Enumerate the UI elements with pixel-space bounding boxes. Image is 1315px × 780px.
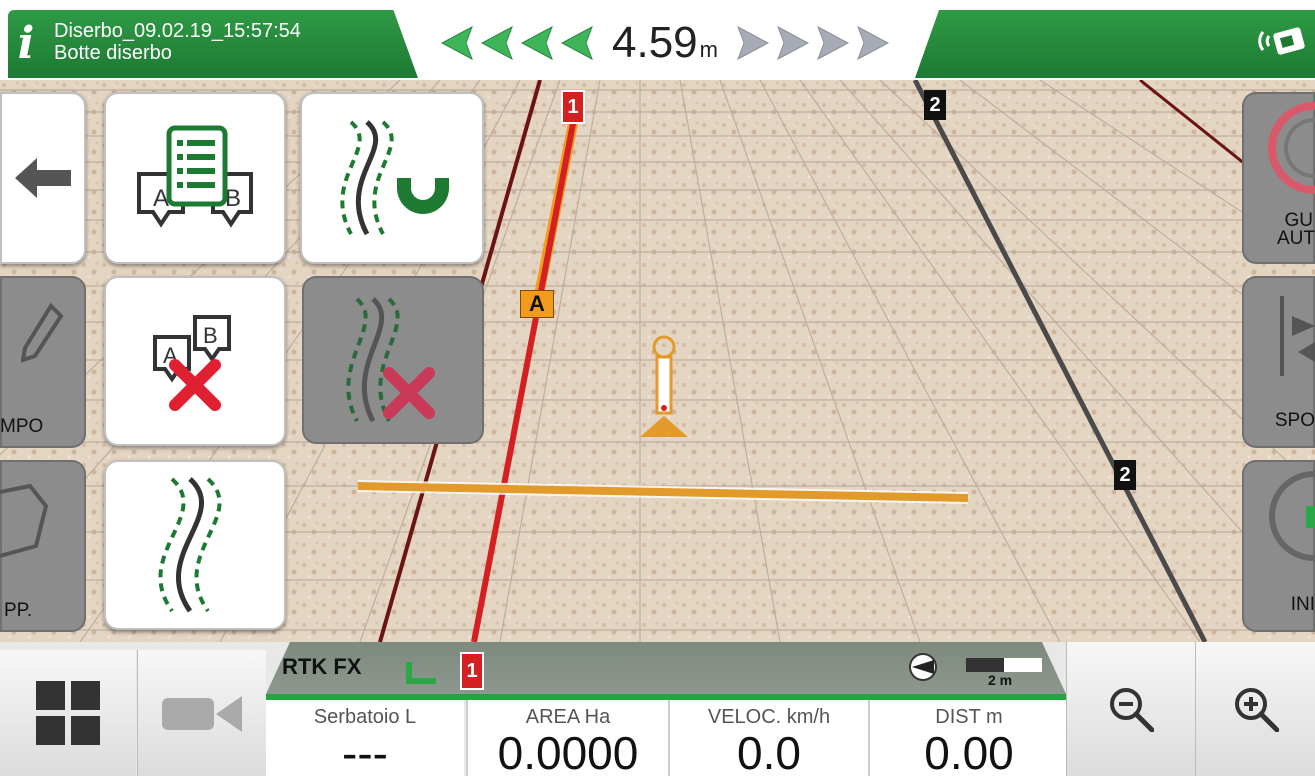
tank-value: --- — [342, 727, 388, 779]
satellite-signal-icon[interactable] — [1255, 18, 1311, 64]
info-icon: i — [17, 18, 35, 69]
back-arrow-icon — [15, 158, 71, 198]
curved-guidance-line-icon — [158, 477, 222, 613]
job-name: Diserbo_09.02.19_15:57:54 — [54, 20, 301, 42]
inizio-button[interactable]: INI — [1242, 460, 1315, 632]
right-arrows — [728, 23, 898, 63]
top-bar: i Diserbo_09.02.19_15:57:54 Botte diserb… — [0, 0, 1315, 80]
line-2-mid-label: 2 — [1114, 460, 1136, 490]
steering-wheel-icon — [1268, 102, 1315, 194]
start-icon — [1269, 471, 1315, 561]
left-arrows — [432, 23, 602, 63]
line-1-bottom-label: 1 — [460, 652, 484, 690]
delete-ab-points-icon: A B — [153, 315, 231, 411]
campo-label: MPO — [0, 416, 44, 437]
right-chevrons-icon — [737, 25, 890, 61]
campo-button[interactable]: MPO — [0, 276, 86, 448]
area-value: 0.0000 — [497, 727, 639, 779]
main-menu-button[interactable] — [0, 650, 136, 776]
camera-icon — [162, 696, 242, 732]
app-button[interactable]: PP. — [0, 460, 86, 632]
shield-icon — [0, 483, 49, 558]
back-button[interactable] — [0, 92, 86, 264]
offset-unit: m — [699, 37, 718, 62]
distance-readout[interactable]: DIST m 0.00 — [868, 700, 1068, 779]
ab-lines-list-icon: A B — [137, 125, 253, 228]
distance-value: 0.00 — [924, 727, 1014, 779]
offset-value: 4.59 — [612, 18, 698, 67]
speed-value: 0.0 — [737, 727, 801, 779]
app-label: PP. — [4, 600, 33, 621]
spostamento-label: SPO — [1274, 410, 1315, 431]
job-info-panel[interactable]: i Diserbo_09.02.19_15:57:54 Botte diserb… — [8, 10, 418, 78]
scale-bar — [966, 658, 1042, 672]
grid-menu-icon — [36, 681, 100, 745]
implement-name: Botte diserbo — [54, 42, 172, 64]
speed-readout[interactable]: VELOC. km/h 0.0 — [668, 700, 868, 779]
shift-line-icon — [1280, 296, 1315, 376]
delete-ab-button[interactable]: A B — [104, 276, 286, 446]
delete-line-button[interactable] — [302, 276, 484, 444]
curved-line-button[interactable] — [104, 460, 286, 630]
zoom-in-icon — [1235, 688, 1279, 732]
snap-line-button[interactable] — [300, 92, 484, 264]
line-2-top-label: 2 — [924, 90, 946, 120]
inizio-label: INI — [1290, 594, 1315, 615]
ab-lines-list-button[interactable]: A B — [104, 92, 286, 264]
guida-auto-label-2: AUT — [1277, 228, 1315, 249]
guida-auto-button[interactable]: GU AUT — [1242, 92, 1315, 264]
compass-icon[interactable] — [906, 652, 940, 682]
camera-button[interactable] — [137, 650, 266, 776]
point-a-label: A — [520, 290, 554, 318]
line-1-label: 1 — [561, 90, 585, 124]
area-readout[interactable]: AREA Ha 0.0000 — [466, 700, 668, 779]
svg-text:B: B — [203, 323, 218, 348]
zoom-out-button[interactable] — [1066, 642, 1195, 776]
rtk-fix-icon — [406, 662, 436, 684]
rtk-status: RTK FX — [282, 654, 362, 679]
spostamento-button[interactable]: SPO — [1242, 276, 1315, 448]
zoom-in-button[interactable] — [1195, 642, 1315, 776]
left-chevrons-icon — [440, 25, 593, 61]
bottom-bar: RTK FX 1 2 m Serbatoio L --- AREA Ha 0.0… — [0, 642, 1315, 779]
offset-readout: 4.59 m — [612, 18, 718, 68]
delete-guidance-line-icon — [346, 297, 435, 423]
magnet-snap-line-icon — [340, 120, 449, 236]
lightbar: 4.59 m — [410, 12, 920, 74]
tank-readout[interactable]: Serbatoio L --- — [266, 700, 464, 779]
field-pencil-icon — [21, 302, 64, 363]
zoom-out-icon — [1110, 688, 1154, 732]
scale-label: 2 m — [988, 672, 1013, 688]
